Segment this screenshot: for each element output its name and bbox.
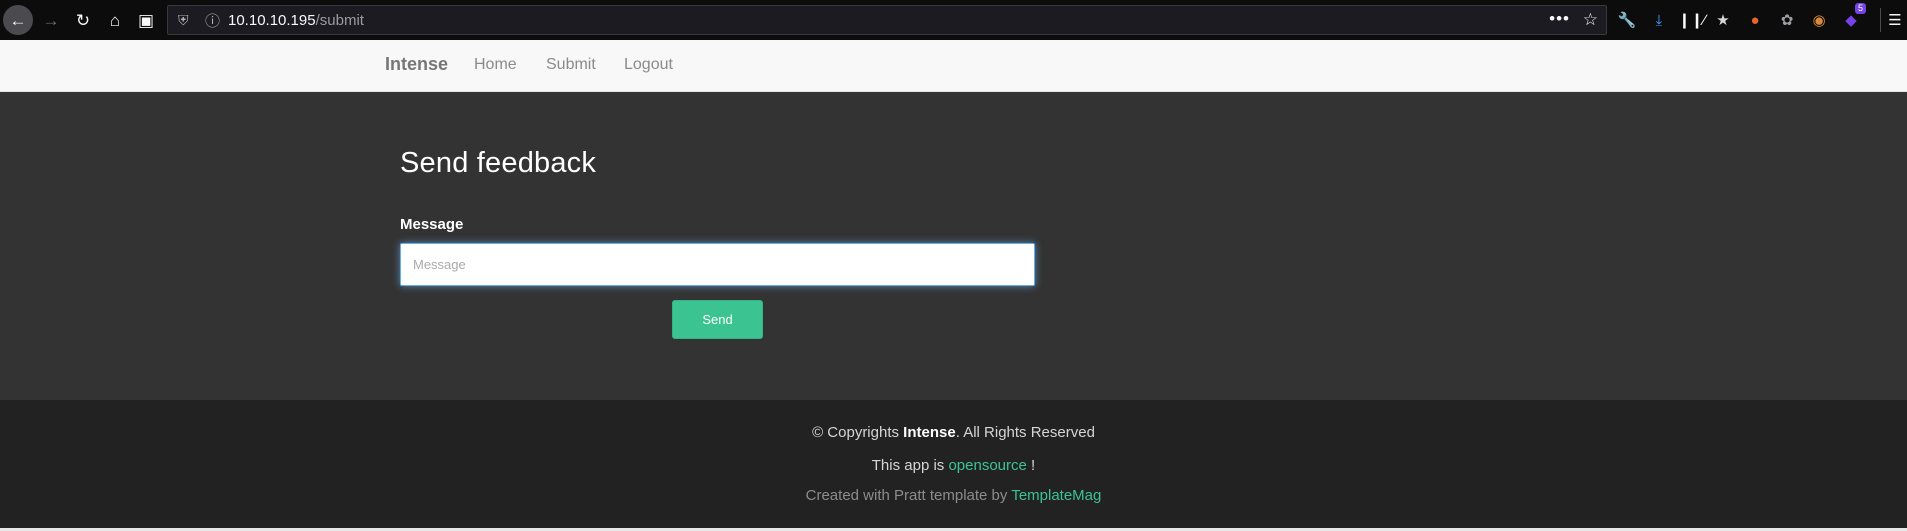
url-bar[interactable]: ⛨ ⓘ 10.10.10.195/submit ••• ☆ xyxy=(167,5,1607,35)
copyright-brand: Intense xyxy=(903,424,956,441)
extension-icon-4[interactable]: ◉ xyxy=(1808,9,1830,31)
download-icon[interactable]: ⤓ xyxy=(1648,9,1670,31)
toolbar-separator xyxy=(1880,8,1881,32)
wrench-icon[interactable]: 🔧 xyxy=(1616,9,1638,31)
reader-view-icon[interactable]: ▣ xyxy=(131,5,161,35)
site-info-icon[interactable]: ⓘ xyxy=(205,10,220,31)
browser-toolbar: ← → ↻ ⌂ ▣ ⛨ ⓘ 10.10.10.195/submit ••• ☆ … xyxy=(0,0,1907,40)
brand-logo[interactable]: Intense xyxy=(385,54,448,75)
url-host: 10.10.10.195 xyxy=(228,12,316,29)
opensource-line: This app is opensource ! xyxy=(0,457,1907,474)
extension-icon-3[interactable]: ✿ xyxy=(1776,9,1798,31)
tracking-shield-icon[interactable]: ⛨ xyxy=(178,12,189,29)
page-title: Send feedback xyxy=(400,147,597,179)
site-navbar: Intense Home Submit Logout xyxy=(0,40,1907,92)
extension-icon-2[interactable]: ● xyxy=(1744,9,1766,31)
url-path: /submit xyxy=(315,12,364,29)
credit-line: Created with Pratt template by TemplateM… xyxy=(0,487,1907,504)
url-text[interactable]: 10.10.10.195/submit xyxy=(228,12,364,29)
message-label: Message xyxy=(400,216,464,233)
main-section: Send feedback Message Send xyxy=(0,92,1907,400)
footer: © Copyrights Intense. All Rights Reserve… xyxy=(0,400,1907,528)
star-icon[interactable]: ☆ xyxy=(1583,10,1598,30)
copyright-suffix: . All Rights Reserved xyxy=(955,424,1095,441)
nav-link-submit[interactable]: Submit xyxy=(546,56,596,74)
message-input[interactable] xyxy=(400,243,1035,286)
forward-arrow-icon[interactable]: → xyxy=(36,5,66,35)
hamburger-menu-icon[interactable]: ☰ xyxy=(1884,9,1906,31)
nav-link-logout[interactable]: Logout xyxy=(624,56,673,74)
extension-icon-1[interactable]: ★ xyxy=(1712,9,1734,31)
copyright-prefix: © Copyrights xyxy=(812,424,904,441)
credit-prefix: Created with Pratt template by xyxy=(805,487,1012,504)
reload-icon[interactable]: ↻ xyxy=(68,5,98,35)
templatemag-link[interactable]: TemplateMag xyxy=(1011,487,1101,504)
opensource-suffix: ! xyxy=(1026,457,1036,474)
opensource-prefix: This app is xyxy=(871,457,949,474)
opensource-link[interactable]: opensource xyxy=(948,457,1026,474)
copyright-line: © Copyrights Intense. All Rights Reserve… xyxy=(0,424,1907,441)
back-arrow-icon[interactable]: ← xyxy=(3,5,33,35)
library-icon[interactable]: ❙❙∕ xyxy=(1678,9,1706,31)
extension-badge: 5 xyxy=(1854,3,1866,14)
home-icon[interactable]: ⌂ xyxy=(100,5,130,35)
send-button[interactable]: Send xyxy=(672,300,763,339)
extension-icon-5[interactable]: ◆ 5 xyxy=(1840,3,1866,31)
more-dots-icon[interactable]: ••• xyxy=(1549,9,1570,29)
nav-link-home[interactable]: Home xyxy=(474,56,517,74)
